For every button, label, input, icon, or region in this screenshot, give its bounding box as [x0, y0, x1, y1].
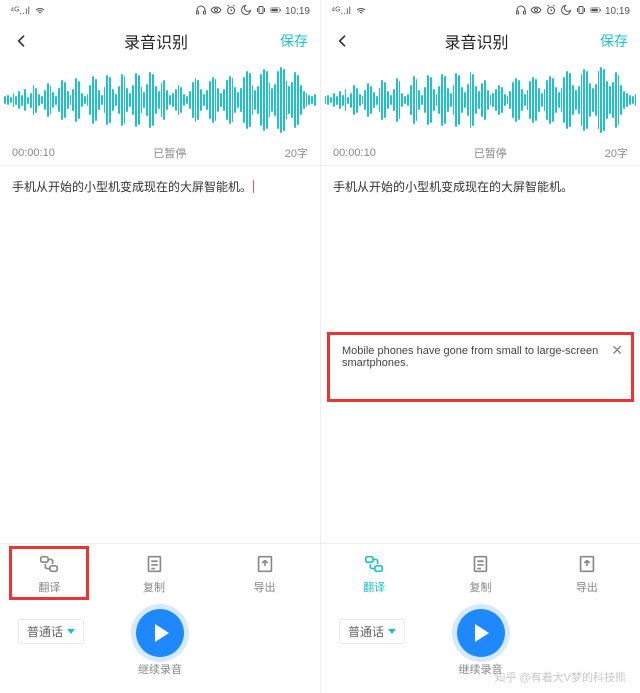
translation-popup: Mobile phones have gone from small to la… — [327, 332, 634, 402]
page-title: 录音识别 — [444, 29, 508, 53]
wifi-icon — [34, 4, 46, 19]
copy-button[interactable]: 复制 — [440, 553, 520, 595]
back-button[interactable] — [12, 31, 32, 51]
transcript-text: 手机从开始的小型机变成现在的大屏智能机。 — [333, 180, 573, 194]
save-button[interactable]: 保存 — [280, 31, 308, 51]
bottom-toolbar: 翻译 复制 导出 — [321, 543, 640, 603]
alarm-icon — [225, 4, 237, 19]
copy-label: 复制 — [143, 579, 165, 595]
status-bar: ⁴ᴳ..ıl 10:19 — [0, 0, 320, 22]
play-button[interactable] — [457, 609, 505, 657]
alarm-icon — [545, 4, 557, 19]
battery-icon — [590, 4, 602, 19]
translate-button[interactable]: 翻译 — [9, 546, 89, 600]
vibrate-icon — [575, 4, 587, 19]
play-button[interactable] — [136, 609, 184, 657]
language-label: 普通话 — [27, 623, 63, 640]
waveform[interactable] — [0, 60, 320, 140]
transcript-text: 手机从开始的小型机变成现在的大屏智能机。 — [12, 180, 252, 194]
signal-icon: ⁴ᴳ..ıl — [10, 6, 30, 17]
translate-label: 翻译 — [38, 579, 60, 595]
export-label: 导出 — [254, 579, 276, 595]
bottom-toolbar: 翻译 复制 导出 — [0, 543, 320, 603]
save-button[interactable]: 保存 — [600, 31, 628, 51]
signal-icon: ⁴ᴳ..ıl — [331, 6, 351, 17]
page-title: 录音识别 — [124, 29, 188, 53]
play-row: 普通话 继续录音 — [321, 603, 640, 693]
eye-icon — [210, 4, 222, 19]
recording-status-row: 00:00:10 已暂停 20字 — [321, 140, 640, 166]
eye-icon — [530, 4, 542, 19]
play-icon — [475, 624, 489, 642]
app-header: 录音识别 保存 — [321, 22, 640, 60]
word-count: 20字 — [605, 145, 628, 161]
export-button[interactable]: 导出 — [547, 553, 627, 595]
elapsed-time: 00:00:10 — [12, 147, 55, 159]
status-time: 10:19 — [285, 6, 310, 17]
play-icon — [155, 624, 169, 642]
language-selector[interactable]: 普通话 — [18, 619, 84, 644]
headphone-icon — [515, 4, 527, 19]
back-button[interactable] — [333, 31, 353, 51]
recording-state: 已暂停 — [153, 145, 186, 161]
translate-label: 翻译 — [363, 579, 385, 595]
export-button[interactable]: 导出 — [225, 553, 305, 595]
recording-status-row: 00:00:10 已暂停 20字 — [0, 140, 320, 166]
language-label: 普通话 — [348, 623, 384, 640]
copy-button[interactable]: 复制 — [114, 553, 194, 595]
moon-icon — [560, 4, 572, 19]
close-icon[interactable]: ✕ — [611, 343, 623, 357]
play-label: 继续录音 — [138, 661, 182, 677]
waveform[interactable] — [321, 60, 640, 140]
export-label: 导出 — [576, 579, 598, 595]
chevron-down-icon — [388, 629, 396, 634]
battery-icon — [270, 4, 282, 19]
play-row: 普通话 继续录音 — [0, 603, 320, 693]
elapsed-time: 00:00:10 — [333, 147, 376, 159]
text-cursor — [253, 180, 254, 193]
word-count: 20字 — [285, 145, 308, 161]
wifi-icon — [355, 4, 367, 19]
transcript-area[interactable]: 手机从开始的小型机变成现在的大屏智能机。 Mobile phones have … — [321, 166, 640, 543]
status-time: 10:19 — [605, 6, 630, 17]
translation-text: Mobile phones have gone from small to la… — [342, 345, 603, 369]
vibrate-icon — [255, 4, 267, 19]
copy-label: 复制 — [469, 579, 491, 595]
play-label: 继续录音 — [459, 661, 503, 677]
headphone-icon — [195, 4, 207, 19]
language-selector[interactable]: 普通话 — [339, 619, 405, 644]
moon-icon — [240, 4, 252, 19]
recording-state: 已暂停 — [474, 145, 507, 161]
chevron-down-icon — [67, 629, 75, 634]
transcript-area[interactable]: 手机从开始的小型机变成现在的大屏智能机。 — [0, 166, 320, 543]
translate-button[interactable]: 翻译 — [334, 553, 414, 595]
pane-right: ⁴ᴳ..ıl 10:19 录音识别 保存 — [320, 0, 640, 693]
pane-left: ⁴ᴳ..ıl 10:19 录音识别 保存 — [0, 0, 320, 693]
status-bar: ⁴ᴳ..ıl 10:19 — [321, 0, 640, 22]
app-header: 录音识别 保存 — [0, 22, 320, 60]
